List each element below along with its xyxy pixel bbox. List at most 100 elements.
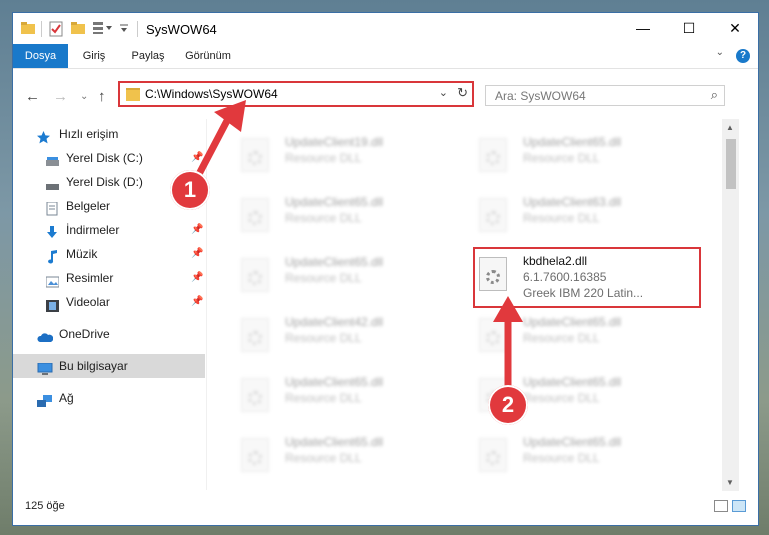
chevron-down-icon[interactable]: ⌄ bbox=[716, 47, 724, 58]
file-name: UpdateClient65.dll bbox=[285, 375, 384, 389]
folder-icon bbox=[126, 88, 140, 101]
drive-icon bbox=[46, 176, 59, 190]
help-icon[interactable]: ? bbox=[736, 49, 750, 63]
highlight-box bbox=[473, 247, 701, 308]
sidebar-item-pictures[interactable]: Resimler 📌 bbox=[13, 266, 206, 290]
pin-icon[interactable]: 📌 bbox=[191, 290, 203, 314]
dll-file-icon bbox=[241, 438, 269, 472]
list-item[interactable]: UpdateClient65.dll Resource DLL bbox=[473, 433, 703, 481]
scroll-down-icon[interactable]: ▼ bbox=[726, 478, 734, 487]
list-item[interactable]: UpdateClient65.dll Resource DLL bbox=[473, 133, 703, 181]
star-icon bbox=[37, 128, 50, 144]
sidebar-item-onedrive[interactable]: OneDrive bbox=[13, 322, 206, 346]
scrollbar-thumb[interactable] bbox=[726, 139, 736, 189]
pictures-icon bbox=[45, 272, 60, 288]
vertical-scrollbar[interactable]: ▲ ▼ bbox=[722, 119, 739, 491]
sidebar-item-label: OneDrive bbox=[59, 327, 110, 341]
file-list: UpdateClient19.dll Resource DLL UpdateCl… bbox=[221, 119, 721, 491]
refresh-icon[interactable]: ↻ bbox=[457, 85, 468, 101]
forward-arrow-icon[interactable]: → bbox=[53, 88, 68, 105]
item-count: 125 öğe bbox=[25, 500, 65, 512]
list-item[interactable]: UpdateClient63.dll Resource DLL bbox=[473, 193, 703, 241]
sidebar-item-label: Ağ bbox=[59, 391, 74, 405]
sidebar-item-quick-access[interactable]: Hızlı erişim bbox=[13, 122, 206, 146]
minimize-button[interactable]: — bbox=[620, 13, 666, 43]
list-item[interactable]: UpdateClient65.dll Resource DLL bbox=[235, 193, 465, 241]
sidebar-item-local-disk-c[interactable]: Yerel Disk (C:) 📌 bbox=[13, 146, 206, 170]
back-arrow-icon[interactable]: ← bbox=[25, 88, 40, 105]
address-bar[interactable]: C:\Windows\SysWOW64 ⌄ ↻ bbox=[118, 81, 474, 107]
list-item[interactable]: UpdateClient65.dll Resource DLL bbox=[235, 373, 465, 421]
callout-2: 2 bbox=[488, 385, 528, 425]
search-icon[interactable]: ⌕ bbox=[711, 87, 718, 103]
pane-divider[interactable] bbox=[206, 119, 207, 490]
drive-icon bbox=[46, 152, 59, 166]
file-name: UpdateClient65.dll bbox=[523, 315, 622, 329]
file-name: UpdateClient42.dll bbox=[285, 315, 384, 329]
list-item[interactable]: UpdateClient42.dll Resource DLL bbox=[235, 313, 465, 361]
music-icon bbox=[46, 248, 58, 264]
chevron-down-icon[interactable]: ⌄ bbox=[439, 86, 448, 99]
search-placeholder: Ara: SysWOW64 bbox=[495, 89, 586, 103]
tab-view[interactable]: Görünüm bbox=[179, 44, 237, 68]
pin-icon[interactable]: 📌 bbox=[191, 218, 203, 242]
sidebar-item-this-pc[interactable]: Bu bilgisayar bbox=[13, 354, 205, 378]
sidebar-item-videos[interactable]: Videolar 📌 bbox=[13, 290, 206, 314]
sidebar-item-network[interactable]: Ağ bbox=[13, 386, 206, 410]
search-input[interactable]: Ara: SysWOW64 ⌕ bbox=[485, 85, 725, 106]
dll-file-icon bbox=[479, 438, 507, 472]
large-icons-view-icon[interactable] bbox=[732, 500, 746, 512]
file-name: UpdateClient65.dll bbox=[523, 135, 622, 149]
up-arrow-icon[interactable]: ↑ bbox=[98, 88, 106, 105]
file-type: Resource DLL bbox=[285, 331, 362, 345]
dll-file-icon bbox=[479, 198, 507, 232]
file-type: Resource DLL bbox=[285, 391, 362, 405]
file-type: Resource DLL bbox=[523, 151, 600, 165]
new-folder-icon[interactable] bbox=[71, 21, 85, 37]
details-view-icon[interactable] bbox=[714, 500, 728, 512]
computer-icon bbox=[37, 360, 53, 375]
pin-icon[interactable]: 📌 bbox=[191, 266, 203, 290]
callout-1: 1 bbox=[170, 170, 210, 210]
file-name: UpdateClient65.dll bbox=[285, 195, 384, 209]
dll-file-icon bbox=[241, 378, 269, 412]
sidebar-item-label: Hızlı erişim bbox=[59, 127, 119, 141]
file-name: UpdateClient65.dll bbox=[285, 435, 384, 449]
sidebar-item-label: Belgeler bbox=[66, 199, 111, 213]
list-item[interactable]: UpdateClient65.dll Resource DLL bbox=[235, 253, 465, 301]
pin-icon[interactable]: 📌 bbox=[191, 146, 203, 170]
list-item[interactable]: UpdateClient19.dll Resource DLL bbox=[235, 133, 465, 181]
chevron-down-icon[interactable] bbox=[119, 21, 129, 37]
chevron-down-icon[interactable]: ⌄ bbox=[80, 91, 88, 102]
file-name: UpdateClient65.dll bbox=[523, 435, 622, 449]
properties-icon[interactable] bbox=[49, 21, 63, 37]
close-button[interactable]: ✕ bbox=[712, 13, 758, 43]
file-type: Resource DLL bbox=[285, 211, 362, 225]
sidebar-item-downloads[interactable]: İndirmeler 📌 bbox=[13, 218, 206, 242]
tab-file[interactable]: Dosya bbox=[13, 44, 68, 68]
maximize-button[interactable]: ☐ bbox=[666, 13, 712, 43]
file-type: Resource DLL bbox=[523, 331, 600, 345]
customize-toolbar-icon[interactable] bbox=[93, 21, 115, 37]
videos-icon bbox=[46, 296, 59, 312]
list-item[interactable]: UpdateClient65.dll Resource DLL bbox=[473, 313, 703, 361]
file-type: Resource DLL bbox=[523, 451, 600, 465]
pin-icon[interactable]: 📌 bbox=[191, 242, 203, 266]
dll-file-icon bbox=[479, 138, 507, 172]
tab-share[interactable]: Paylaş bbox=[123, 44, 173, 68]
file-type: Resource DLL bbox=[285, 451, 362, 465]
file-name: UpdateClient65.dll bbox=[523, 375, 622, 389]
scroll-up-icon[interactable]: ▲ bbox=[726, 123, 734, 132]
file-explorer-window: SysWOW64 — ☐ ✕ Dosya Giriş Paylaş Görünü… bbox=[12, 12, 759, 526]
sidebar-item-music[interactable]: Müzik 📌 bbox=[13, 242, 206, 266]
tab-home[interactable]: Giriş bbox=[73, 44, 115, 68]
address-path[interactable]: C:\Windows\SysWOW64 bbox=[145, 87, 278, 101]
file-type: Resource DLL bbox=[285, 271, 362, 285]
status-bar: 125 öğe bbox=[13, 493, 758, 525]
title-bar: SysWOW64 — ☐ ✕ bbox=[13, 13, 758, 44]
list-item[interactable]: UpdateClient65.dll Resource DLL bbox=[235, 433, 465, 481]
divider bbox=[137, 21, 138, 37]
window-title: SysWOW64 bbox=[146, 22, 217, 37]
sidebar-item-label: İndirmeler bbox=[66, 223, 120, 237]
ribbon-tabs: Dosya Giriş Paylaş Görünüm ⌄ ? bbox=[13, 44, 758, 69]
